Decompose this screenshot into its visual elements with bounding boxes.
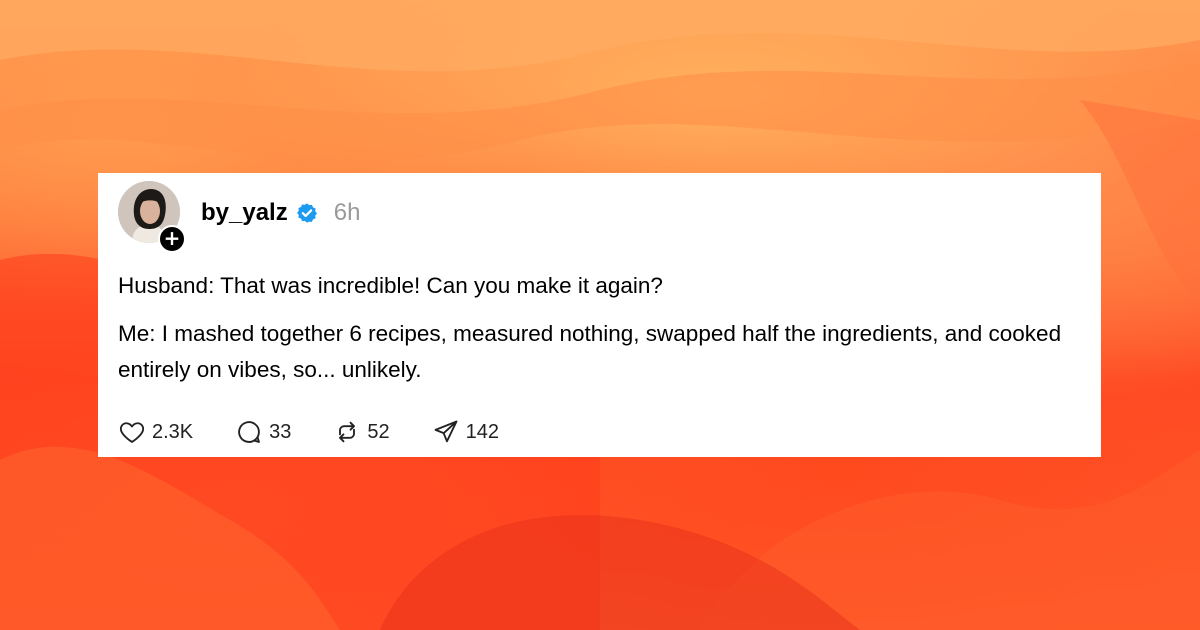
reply-count: 33 bbox=[269, 420, 292, 443]
repost-count: 52 bbox=[367, 420, 390, 443]
like-button[interactable]: 2.3K bbox=[118, 418, 193, 446]
post-actions: 2.3K 33 52 142 bbox=[118, 417, 541, 447]
reply-button[interactable]: 33 bbox=[235, 418, 291, 446]
avatar-container[interactable]: + bbox=[118, 181, 186, 253]
share-count: 142 bbox=[465, 420, 500, 443]
post-body: Husband: That was incredible! Can you ma… bbox=[118, 268, 1088, 388]
heart-icon bbox=[119, 422, 145, 443]
share-button[interactable]: 142 bbox=[432, 418, 499, 446]
post-paragraph-2: Me: I mashed together 6 recipes, measure… bbox=[118, 321, 1062, 382]
post-card: + by_yalz 6h Husband: That was incredibl… bbox=[98, 173, 1101, 457]
follow-plus-icon[interactable]: + bbox=[158, 225, 186, 253]
repost-icon bbox=[339, 421, 356, 443]
verified-badge-icon bbox=[296, 202, 318, 224]
post-header: by_yalz 6h bbox=[201, 197, 360, 229]
repost-button[interactable]: 52 bbox=[333, 418, 390, 446]
like-count: 2.3K bbox=[152, 420, 194, 443]
comment-icon bbox=[238, 421, 261, 443]
post-timestamp: 6h bbox=[333, 199, 361, 226]
post-paragraph-1: Husband: That was incredible! Can you ma… bbox=[118, 273, 663, 298]
username[interactable]: by_yalz bbox=[201, 199, 288, 227]
send-icon bbox=[434, 420, 458, 443]
